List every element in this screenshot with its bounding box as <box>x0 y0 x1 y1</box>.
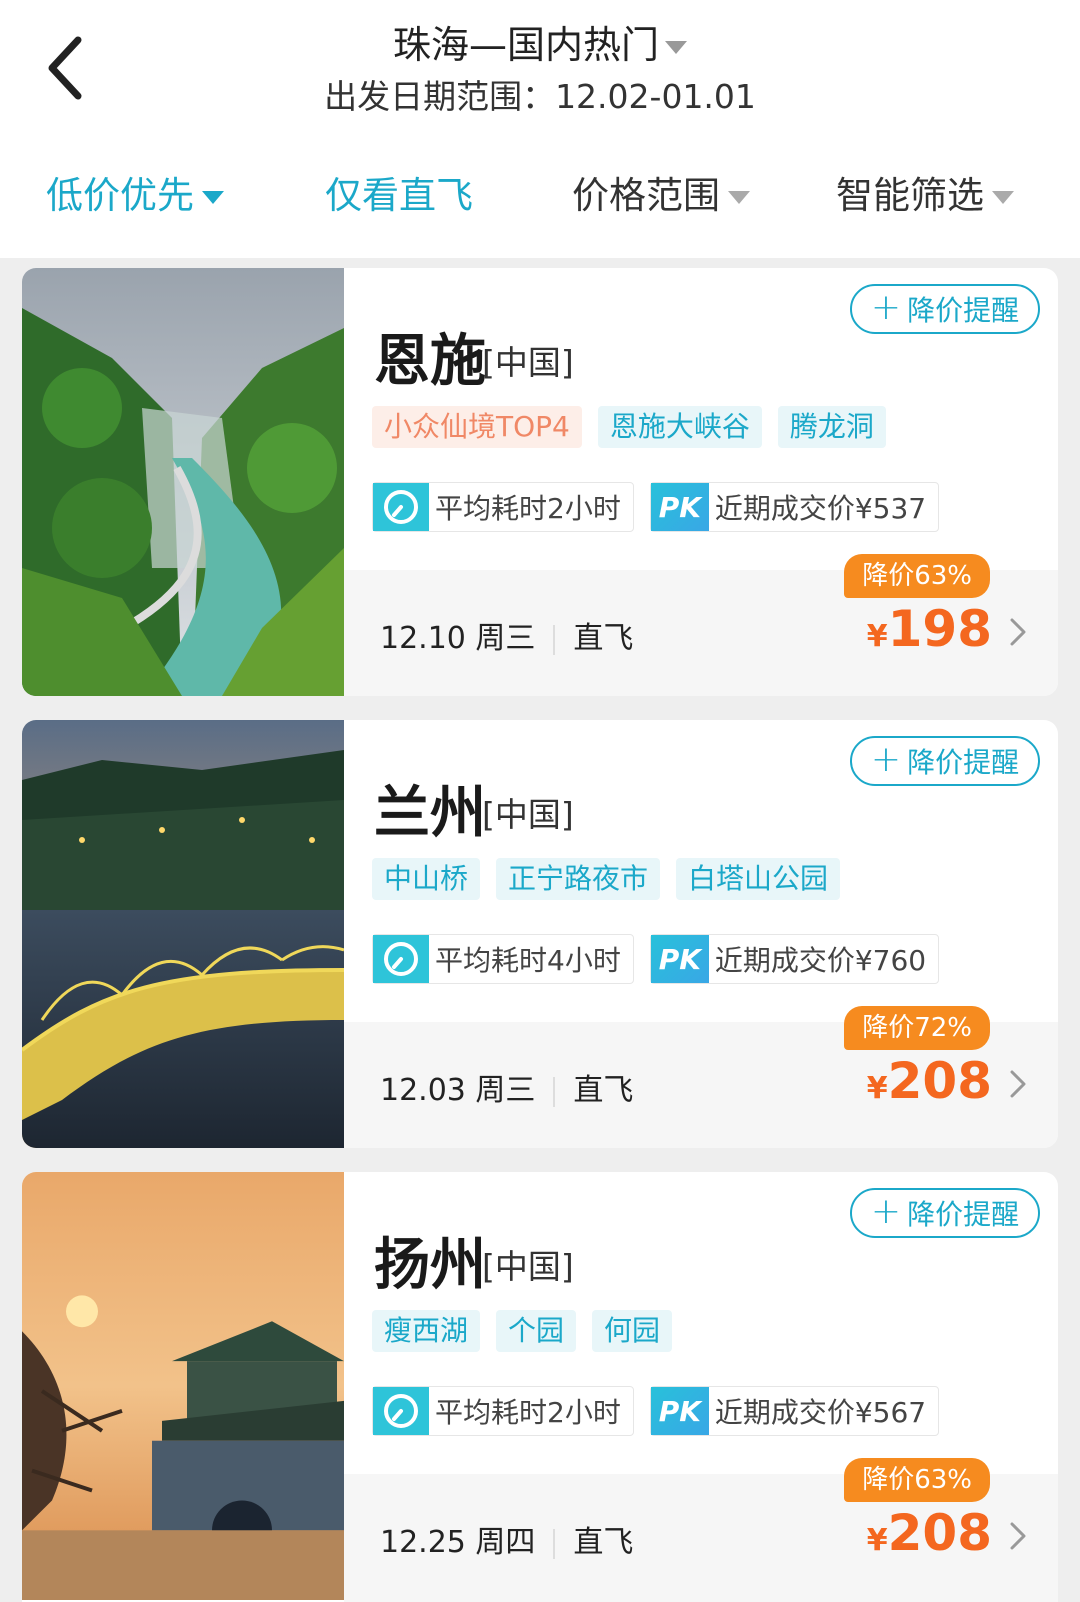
price: ¥208 <box>867 1504 992 1562</box>
tag: 何园 <box>592 1310 673 1352</box>
alert-label: 降价提醒 <box>907 294 1020 327</box>
discount-badge: 降价63% <box>844 554 990 598</box>
price-alert-button[interactable]: + 降价提醒 <box>850 736 1040 786</box>
duration-box: 平均耗时2小时 <box>372 1386 634 1436</box>
destination-photo <box>22 1172 344 1600</box>
filter-price-range[interactable]: 价格范围 <box>572 165 750 219</box>
recent-price-box: PK 近期成交价¥760 <box>649 934 940 984</box>
flight-type: 直飞 <box>573 1073 634 1108</box>
caret-down-icon <box>665 41 687 54</box>
info-row: 平均耗时2小时 PK 近期成交价¥537 <box>372 482 940 532</box>
departure-info: 12.10 周三 直飞 <box>380 613 633 657</box>
date-range: 出发日期范围：12.02-01.01 <box>324 77 756 116</box>
price-alert-button[interactable]: + 降价提醒 <box>850 1188 1040 1238</box>
recent-price-text: 近期成交价¥537 <box>714 492 927 525</box>
duration-text: 平均耗时2小时 <box>435 492 621 525</box>
alert-label: 降价提醒 <box>907 746 1020 779</box>
filter-label: 低价优先 <box>46 174 194 217</box>
departure-info: 12.25 周四 直飞 <box>380 1517 633 1561</box>
caret-down-icon <box>202 191 224 204</box>
filter-label: 智能筛选 <box>836 174 984 217</box>
destination-photo <box>22 720 344 1148</box>
route-title: 珠海—国内热门 <box>392 23 659 67</box>
pk-icon: PK <box>650 1387 709 1435</box>
filter-label: 价格范围 <box>572 174 720 217</box>
price: ¥208 <box>867 1052 992 1110</box>
filter-label: 仅看直飞 <box>325 174 473 217</box>
alert-label: 降价提醒 <box>907 1198 1020 1231</box>
duration-box: 平均耗时4小时 <box>372 934 634 984</box>
divider <box>553 624 556 655</box>
country-label: [中国] <box>482 343 574 382</box>
price-value: 208 <box>887 1052 992 1110</box>
departure-date: 12.25 周四 <box>380 1525 536 1560</box>
pk-icon: PK <box>650 935 709 983</box>
country-label: [中国] <box>482 1247 574 1286</box>
tag-list: 小众仙境TOP4 恩施大峡谷 腾龙洞 <box>372 406 886 448</box>
country-label: [中国] <box>482 795 574 834</box>
price-value: 198 <box>887 600 992 658</box>
destination-photo <box>22 268 344 696</box>
price-alert-button[interactable]: + 降价提醒 <box>850 284 1040 334</box>
tag: 个园 <box>496 1310 577 1352</box>
clock-icon <box>373 1387 429 1435</box>
destination-card[interactable]: + 降价提醒 兰州 [中国] 中山桥 正宁路夜市 白塔山公园 平均耗时4小时 PK… <box>22 720 1058 1148</box>
recent-price-text: 近期成交价¥760 <box>714 944 927 977</box>
discount-badge: 降价72% <box>844 1006 990 1050</box>
duration-text: 平均耗时2小时 <box>435 1396 621 1429</box>
discount-badge: 降价63% <box>844 1458 990 1502</box>
tag: 恩施大峡谷 <box>597 406 762 448</box>
currency-symbol: ¥ <box>866 619 888 654</box>
caret-down-icon <box>728 191 750 204</box>
chevron-right-icon <box>1008 1518 1028 1554</box>
caret-down-icon <box>992 191 1014 204</box>
tag: 正宁路夜市 <box>496 858 661 900</box>
clock-icon <box>373 483 429 531</box>
filter-lowest-price[interactable]: 低价优先 <box>46 165 224 219</box>
top-header: 珠海—国内热门 出发日期范围：12.02-01.01 低价优先 仅看直飞 价格范… <box>0 0 1080 258</box>
currency-symbol: ¥ <box>866 1071 888 1106</box>
filter-direct-only[interactable]: 仅看直飞 <box>325 165 473 219</box>
flight-type: 直飞 <box>573 1525 634 1560</box>
info-row: 平均耗时4小时 PK 近期成交价¥760 <box>372 934 940 984</box>
tag: 小众仙境TOP4 <box>372 406 582 448</box>
currency-symbol: ¥ <box>866 1523 888 1558</box>
destination-card[interactable]: + 降价提醒 恩施 [中国] 小众仙境TOP4 恩施大峡谷 腾龙洞 平均耗时2小时… <box>22 268 1058 696</box>
divider <box>553 1076 556 1107</box>
tag: 中山桥 <box>372 858 481 900</box>
chevron-right-icon <box>1008 1066 1028 1102</box>
plus-icon: + <box>870 1190 902 1232</box>
route-title-dropdown[interactable]: 珠海—国内热门 <box>0 14 1080 69</box>
destination-card[interactable]: + 降价提醒 扬州 [中国] 瘦西湖 个园 何园 平均耗时2小时 PK 近期成交价… <box>22 1172 1058 1602</box>
chevron-right-icon <box>1008 614 1028 650</box>
tag: 白塔山公园 <box>676 858 841 900</box>
flight-type: 直飞 <box>573 621 634 656</box>
tag-list: 中山桥 正宁路夜市 白塔山公园 <box>372 858 841 900</box>
pk-icon: PK <box>650 483 709 531</box>
recent-price-text: 近期成交价¥567 <box>714 1396 927 1429</box>
price-value: 208 <box>887 1504 992 1562</box>
filter-bar: 低价优先 仅看直飞 价格范围 智能筛选 <box>0 165 1080 225</box>
city-name: 兰州 <box>374 781 486 846</box>
departure-date: 12.10 周三 <box>380 621 536 656</box>
city-name: 扬州 <box>374 1233 486 1298</box>
price: ¥198 <box>867 600 992 658</box>
duration-text: 平均耗时4小时 <box>435 944 621 977</box>
city-name: 恩施 <box>374 329 486 394</box>
divider <box>553 1528 556 1559</box>
info-row: 平均耗时2小时 PK 近期成交价¥567 <box>372 1386 940 1436</box>
tag-list: 瘦西湖 个园 何园 <box>372 1310 673 1352</box>
departure-date: 12.03 周三 <box>380 1073 536 1108</box>
recent-price-box: PK 近期成交价¥537 <box>649 482 940 532</box>
plus-icon: + <box>870 286 902 328</box>
clock-icon <box>373 935 429 983</box>
filter-smart[interactable]: 智能筛选 <box>836 165 1014 219</box>
tag: 瘦西湖 <box>372 1310 481 1352</box>
departure-info: 12.03 周三 直飞 <box>380 1065 633 1109</box>
plus-icon: + <box>870 738 902 780</box>
tag: 腾龙洞 <box>777 406 886 448</box>
recent-price-box: PK 近期成交价¥567 <box>649 1386 940 1436</box>
duration-box: 平均耗时2小时 <box>372 482 634 532</box>
